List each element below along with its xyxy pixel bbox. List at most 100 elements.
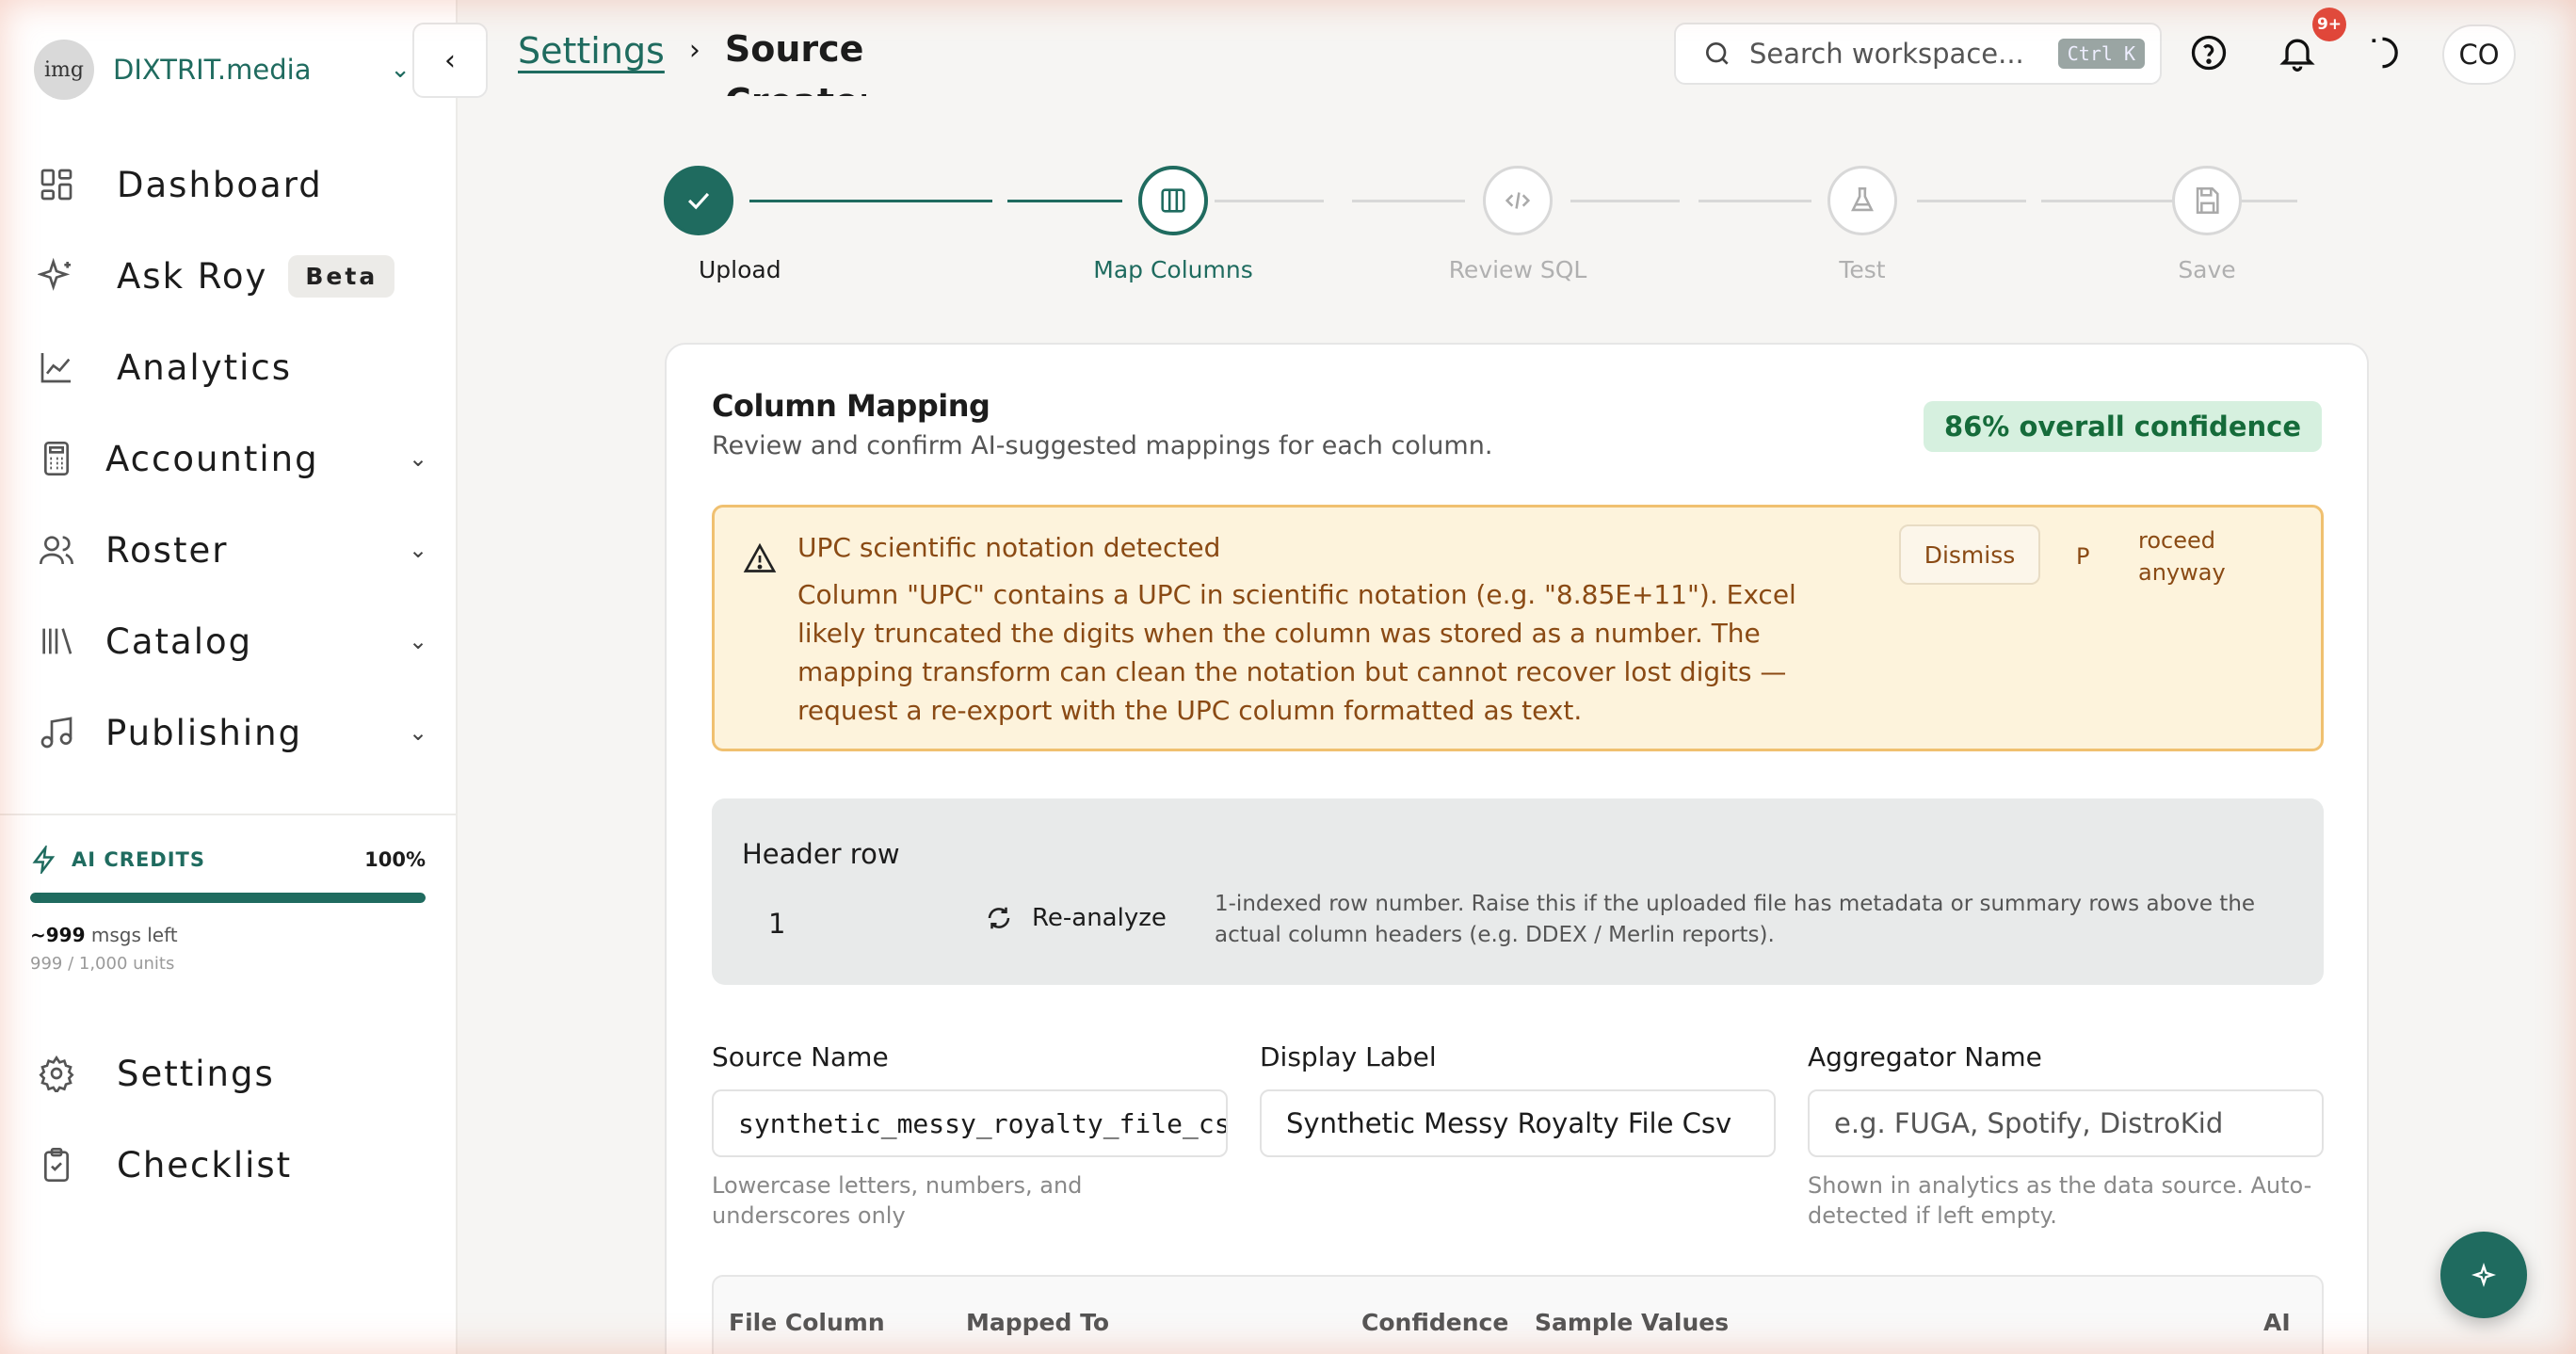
credits-progress-bar <box>30 893 426 903</box>
column-header-sample-values[interactable]: Sample Values <box>1535 1309 1729 1336</box>
search-icon <box>1706 42 1729 65</box>
flask-icon <box>1851 186 1874 212</box>
search-input[interactable]: Search workspace... Ctrl K <box>1674 23 2162 85</box>
aggregator-name-field: Aggregator Name e.g. FUGA, Spotify, Dist… <box>1808 1041 2324 1231</box>
step-map-columns[interactable]: Map Columns <box>1060 166 1286 283</box>
chevron-left-icon: ‹ <box>444 43 456 77</box>
header-row-label: Header row <box>742 838 900 870</box>
column-mapping-card: Column Mapping Review and confirm AI-sug… <box>665 343 2369 1354</box>
users-icon <box>40 536 73 565</box>
credits-progress-fill <box>30 893 426 903</box>
chevron-down-icon[interactable]: ⌄ <box>405 537 433 563</box>
warning-title: UPC scientific notation detected <box>797 532 1221 563</box>
card-header: Column Mapping Review and confirm AI-sug… <box>712 388 1492 460</box>
page-title: Source Creator <box>724 28 866 96</box>
reanalyze-button[interactable]: Re-analyze <box>985 904 1167 932</box>
notification-count-badge: 9+ <box>2312 8 2346 41</box>
warning-body: Column "UPC" contains a UPC in scientifi… <box>797 579 1796 726</box>
nav-label: Publishing <box>105 712 303 753</box>
nav-item-settings[interactable]: Settings <box>38 1043 433 1104</box>
field-hint: Lowercase letters, numbers, and undersco… <box>712 1172 1083 1229</box>
help-icon <box>2191 35 2227 71</box>
step-save[interactable]: Save <box>2094 166 2320 283</box>
column-header-file-column[interactable]: File Column <box>729 1309 885 1336</box>
nav-item-publishing[interactable]: Publishing ⌄ <box>38 702 433 763</box>
breadcrumb-settings-link[interactable]: Settings <box>518 30 665 72</box>
chevron-down-icon[interactable]: ⌄ <box>405 628 433 654</box>
bottom-nav: Settings Checklist <box>38 1043 433 1226</box>
dashboard-icon <box>40 169 72 201</box>
header-row-input[interactable]: 1 <box>768 908 785 940</box>
nav-item-catalog[interactable]: Catalog ⌄ <box>38 611 433 671</box>
workspace-switcher[interactable]: img DIXTRIT.media ⌄ <box>34 36 411 104</box>
proceed-label-initial: P <box>2076 543 2090 570</box>
step-label: Review SQL <box>1448 256 1587 283</box>
field-label: Aggregator Name <box>1808 1041 2042 1072</box>
breadcrumb: Settings › Source Creator <box>518 28 866 96</box>
workspace-name: DIXTRIT.media <box>113 54 312 86</box>
mapping-table: File Column Mapped To Confidence Sample … <box>712 1275 2324 1354</box>
nav-label: Analytics <box>117 347 293 388</box>
credits-units: 999 / 1,000 units <box>30 954 175 974</box>
column-header-mapped-to[interactable]: Mapped To <box>966 1309 1109 1336</box>
reanalyze-label: Re-analyze <box>1032 904 1167 932</box>
dismiss-button[interactable]: Dismiss <box>1899 524 2040 585</box>
chevron-down-icon[interactable]: ⌄ <box>405 445 433 472</box>
sidebar: img DIXTRIT.media ⌄ Dashboard Ask Roy Be… <box>0 0 458 1354</box>
proceed-anyway-button[interactable]: P roceed anyway <box>2076 524 2293 590</box>
display-label-input[interactable]: Synthetic Messy Royalty File Csv <box>1260 1089 1776 1157</box>
column-header-confidence[interactable]: Confidence <box>1361 1309 1508 1336</box>
step-upload[interactable]: Upload <box>586 166 812 283</box>
help-button[interactable] <box>2182 26 2235 79</box>
ai-assistant-fab[interactable] <box>2440 1232 2527 1318</box>
step-label: Test <box>1839 256 1886 283</box>
column-header-ai[interactable]: AI <box>2263 1309 2291 1336</box>
nav-item-ask-roy[interactable]: Ask Roy Beta <box>38 246 433 306</box>
chevron-down-icon: ⌄ <box>390 56 411 84</box>
nav-label: Accounting <box>105 438 319 479</box>
user-avatar[interactable]: CO <box>2442 24 2516 85</box>
gear-icon <box>39 1055 74 1092</box>
sparkle-icon <box>2471 1262 2497 1288</box>
nav-item-dashboard[interactable]: Dashboard <box>38 154 433 215</box>
search-placeholder: Search workspace... <box>1749 38 2024 70</box>
library-icon <box>42 628 72 654</box>
save-icon <box>2196 186 2219 215</box>
nav-item-analytics[interactable]: Analytics <box>38 337 433 397</box>
step-review-sql[interactable]: Review SQL <box>1405 166 1631 283</box>
aggregator-name-input[interactable]: e.g. FUGA, Spotify, DistroKid <box>1808 1089 2324 1157</box>
field-hint: Shown in analytics as the data source. A… <box>1808 1172 2312 1229</box>
columns-icon <box>1161 188 1185 213</box>
collapse-sidebar-button[interactable]: ‹ <box>412 23 488 98</box>
music-note-icon <box>40 717 72 749</box>
nav-item-roster[interactable]: Roster ⌄ <box>38 520 433 580</box>
progress-stepper: Upload Map Columns Review SQL Test Save <box>659 166 2373 288</box>
card-title: Column Mapping <box>712 388 990 424</box>
main-nav: Dashboard Ask Roy Beta Analytics Account… <box>38 154 433 794</box>
check-icon <box>687 192 710 210</box>
sparkle-icon <box>38 257 71 291</box>
confidence-badge: 86% overall confidence <box>1923 401 2322 452</box>
step-label: Upload <box>699 256 781 283</box>
source-name-input[interactable]: synthetic_messy_royalty_file_csv <box>712 1089 1228 1157</box>
calculator-icon <box>44 442 69 476</box>
refresh-icon <box>988 907 1010 929</box>
display-label-field: Display Label Synthetic Messy Royalty Fi… <box>1260 1041 1776 1157</box>
field-label: Display Label <box>1260 1041 1437 1072</box>
ai-credits-panel: AI CREDITS 100% ~999 msgs left 999 / 1,0… <box>0 814 456 974</box>
nav-label: Ask Roy <box>117 255 268 297</box>
beta-badge: Beta <box>288 254 395 298</box>
step-test[interactable]: Test <box>1749 166 1975 283</box>
upc-warning-alert: UPC scientific notation detected Column … <box>712 505 2324 751</box>
nav-item-checklist[interactable]: Checklist <box>38 1135 433 1195</box>
nav-item-accounting[interactable]: Accounting ⌄ <box>38 428 433 489</box>
proceed-label-rest: roceed anyway <box>2138 527 2226 586</box>
ai-credits-title: AI CREDITS <box>30 846 205 874</box>
nav-label: Dashboard <box>117 164 323 205</box>
chart-line-icon <box>40 353 71 383</box>
warning-triangle-icon <box>743 542 777 572</box>
bell-icon <box>2279 39 2315 72</box>
theme-toggle-button[interactable] <box>2361 26 2414 79</box>
chevron-down-icon[interactable]: ⌄ <box>405 719 433 746</box>
chevron-right-icon: › <box>688 34 700 67</box>
